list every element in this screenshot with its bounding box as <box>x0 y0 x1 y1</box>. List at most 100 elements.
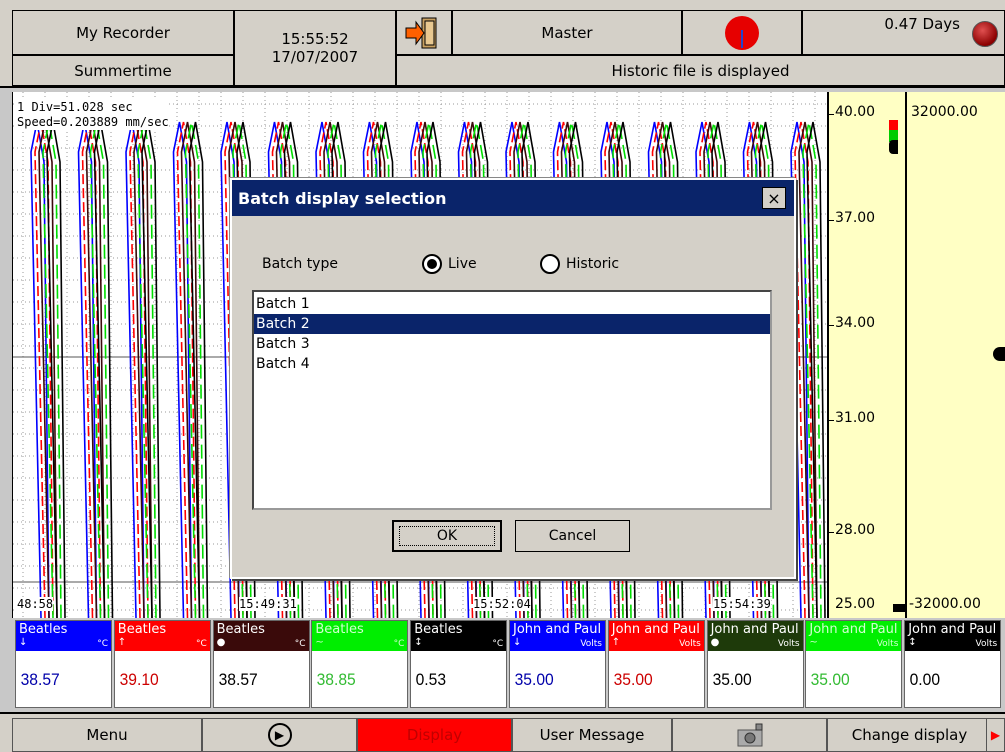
channel-value: 35.00 <box>810 670 851 689</box>
days-text: 0.47 Days <box>884 15 960 33</box>
channel-header: Beatles ~ °C <box>312 621 408 651</box>
channel-5[interactable]: Beatles ↕ °C 0.53 <box>410 620 508 708</box>
recorder-name: My Recorder <box>12 10 234 55</box>
change-display-button[interactable]: Change display <box>827 718 992 752</box>
channel-unit: Volts <box>876 639 899 649</box>
channel-value: 39.10 <box>119 670 159 689</box>
channel-value: 35.00 <box>514 670 554 689</box>
channel-name: Beatles <box>414 622 463 637</box>
x-tick-2: 15:49:31 <box>239 597 297 611</box>
y-tick: 25.00 <box>835 596 876 612</box>
channel-value: 35.00 <box>712 670 752 689</box>
channel-alarm-icon: ↓ <box>513 637 522 648</box>
y-tick: 28.00 <box>835 522 876 538</box>
play-button[interactable]: ▶ <box>202 718 357 752</box>
radio-live-indicator <box>422 254 442 274</box>
channel-header: Beatles ↑ °C <box>114 621 210 651</box>
channel-header: John and Paul ● Volts <box>707 621 803 651</box>
alarm-indicator[interactable] <box>682 10 802 55</box>
dialog-title-bar: Batch display selection × <box>232 180 794 216</box>
channel-header: John and Paul ↕ Volts <box>905 621 1001 651</box>
x-tick-1: 48:58 <box>17 597 54 611</box>
channel-unit: Volts <box>975 639 998 649</box>
user-message-button[interactable]: User Message <box>512 718 672 752</box>
channel-alarm-icon: ↓ <box>19 637 28 648</box>
time-text: 15:55:52 <box>281 30 349 48</box>
channel-name: John and Paul <box>908 622 997 637</box>
snapshot-button[interactable] <box>672 718 827 752</box>
channel-8[interactable]: John and Paul ● Volts 35.00 <box>706 620 804 708</box>
channel-alarm-icon: ↑ <box>117 637 127 648</box>
channel-alarm-icon: ~ <box>809 637 818 648</box>
datetime-display: 15:55:52 17/07/2007 <box>234 10 396 86</box>
channel-unit: °C <box>393 639 405 649</box>
status-message: Historic file is displayed <box>396 55 1005 86</box>
channel-6[interactable]: John and Paul ↓ Volts 35.00 <box>509 620 606 708</box>
batch-item[interactable]: Batch 4 <box>254 354 770 374</box>
radio-historic[interactable]: Historic <box>540 254 619 274</box>
channel-unit: °C <box>97 639 108 649</box>
y-tick: 37.00 <box>835 210 876 226</box>
channel-unit: Volts <box>777 639 800 649</box>
chart-info: 1 Div=51.028 sec Speed=0.203889 mm/sec <box>17 100 169 130</box>
channel-value: 0.53 <box>415 670 447 689</box>
channel-unit: Volts <box>580 639 602 649</box>
user-name[interactable]: Master <box>452 10 682 55</box>
channel-1[interactable]: Beatles ↓ °C 38.57 <box>15 620 112 708</box>
channel-strip: Beatles ↓ °C 38.57 Beatles ↑ °C 39.10 Beatles ● °C… <box>15 620 1005 708</box>
memory-days[interactable]: 0.47 Days <box>802 10 1005 55</box>
menu-button[interactable]: Menu <box>12 718 202 752</box>
y-scale-volts: 32000.00 -32000.00 <box>905 92 1005 618</box>
channel-header: Beatles ↓ °C <box>16 621 111 651</box>
channel-header: Beatles ● °C <box>213 621 309 651</box>
ok-button[interactable]: OK <box>392 520 502 552</box>
channel-unit: °C <box>294 639 306 649</box>
display-button[interactable]: Display <box>357 718 512 752</box>
channel-value: 38.85 <box>316 670 357 689</box>
channel-name: John and Paul <box>513 622 602 637</box>
channel-value: 38.57 <box>218 670 258 689</box>
channel-name: John and Paul <box>809 622 898 637</box>
marker-black <box>889 140 898 154</box>
channel-alarm-icon: ● <box>710 637 720 648</box>
record-led-icon <box>972 21 998 47</box>
batch-item[interactable]: Batch 3 <box>254 334 770 354</box>
batch-display-dialog: Batch display selection × Batch type Liv… <box>230 178 796 579</box>
channel-name: Beatles <box>19 622 68 637</box>
channel-alarm-icon: ● <box>216 637 226 648</box>
channel-9[interactable]: John and Paul ~ Volts 35.00 <box>805 620 903 708</box>
cancel-button[interactable]: Cancel <box>515 520 630 552</box>
batch-list[interactable]: Batch 1 Batch 2 Batch 3 Batch 4 <box>252 290 772 510</box>
y-tick: 40.00 <box>835 104 876 120</box>
channel-unit: °C <box>196 639 207 649</box>
channel-7[interactable]: John and Paul ↑ Volts 35.00 <box>607 620 705 708</box>
y-tick-max: 32000.00 <box>911 104 978 120</box>
y-tick: 34.00 <box>835 315 876 331</box>
next-arrow-icon[interactable]: ▶ <box>986 718 1005 752</box>
division-info: 1 Div=51.028 sec <box>17 100 133 114</box>
logout-door-icon[interactable] <box>396 10 452 55</box>
channel-alarm-icon: ↕ <box>414 637 423 648</box>
date-text: 17/07/2007 <box>271 48 359 66</box>
channel-name: Beatles <box>117 622 167 637</box>
y-tick: 31.00 <box>835 410 876 426</box>
y-scale-degrees: 40.00 37.00 34.00 31.00 28.00 25.00 <box>827 92 905 618</box>
channel-3[interactable]: Beatles ● °C 38.57 <box>212 620 310 708</box>
x-tick-4: 15:54:39 <box>713 597 771 611</box>
channel-name: Beatles <box>315 622 364 637</box>
channel-4[interactable]: Beatles ~ °C 38.85 <box>311 620 409 708</box>
channel-2[interactable]: Beatles ↑ °C 39.10 <box>113 620 211 708</box>
batch-item[interactable]: Batch 1 <box>254 294 770 314</box>
marker-bottom <box>893 604 905 612</box>
alarm-clock-icon <box>725 15 759 50</box>
close-button[interactable]: × <box>762 187 786 209</box>
channel-unit: °C <box>492 639 504 649</box>
radio-live-label: Live <box>448 256 477 272</box>
bottom-toolbar: Menu ▶ Display User Message Change displ… <box>0 712 1005 752</box>
radio-live[interactable]: Live <box>422 254 477 274</box>
batch-item-selected[interactable]: Batch 2 <box>254 314 770 334</box>
channel-10[interactable]: John and Paul ↕ Volts 0.00 <box>904 620 1002 708</box>
header-bar: My Recorder Summertime 15:55:52 17/07/20… <box>0 0 1005 88</box>
volts-marker <box>993 347 1005 361</box>
channel-value: 35.00 <box>613 670 653 689</box>
